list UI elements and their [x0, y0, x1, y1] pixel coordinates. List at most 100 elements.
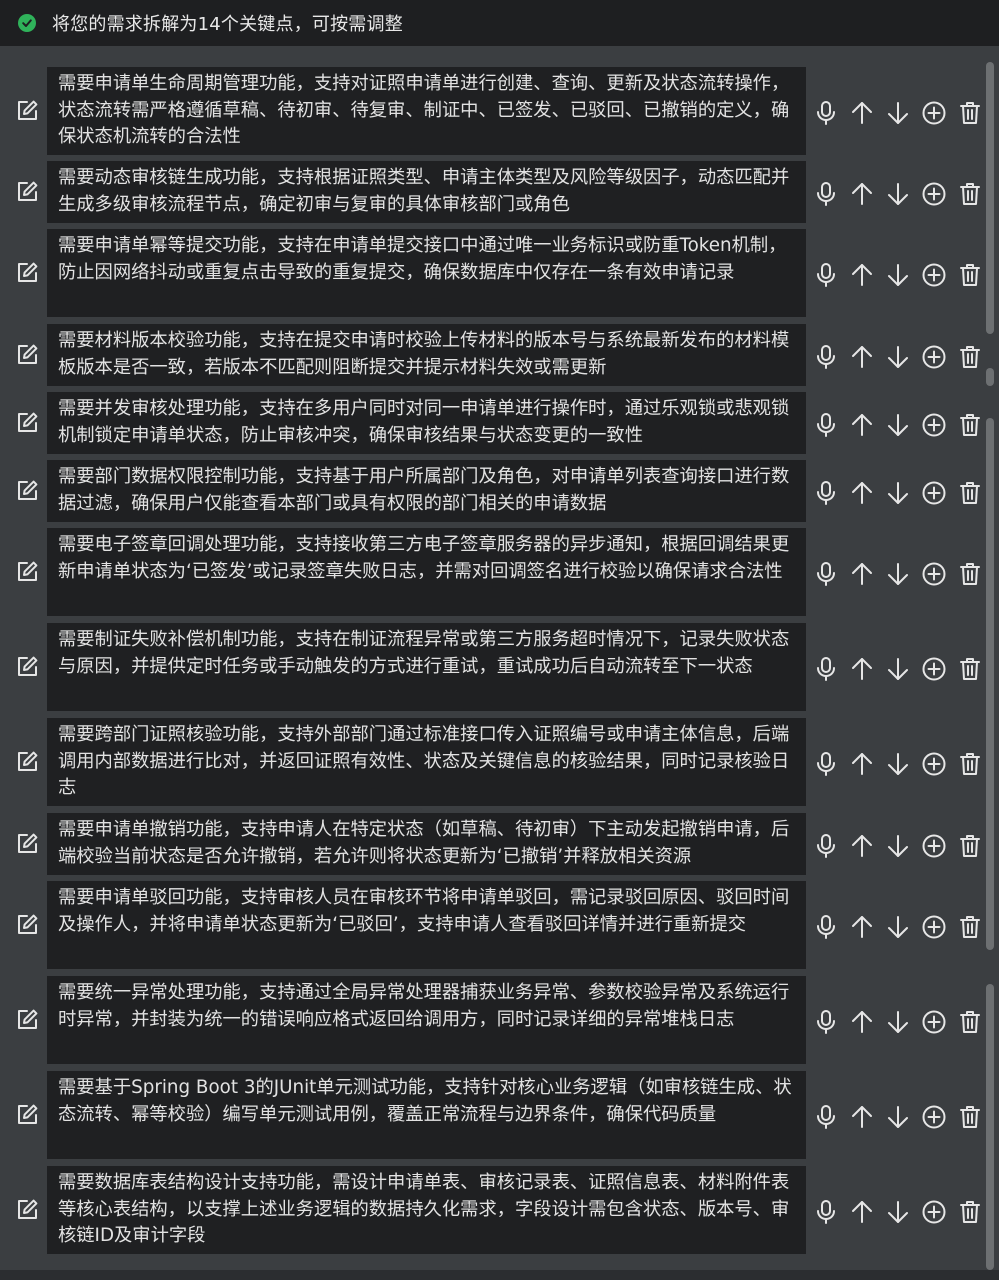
delete-button[interactable]	[955, 1199, 985, 1225]
delete-button[interactable]	[955, 914, 985, 940]
voice-input-button[interactable]	[811, 480, 841, 506]
voice-input-button[interactable]	[811, 656, 841, 682]
edit-button[interactable]	[14, 342, 40, 368]
delete-button[interactable]	[955, 561, 985, 587]
edit-button[interactable]	[14, 831, 40, 857]
edit-button[interactable]	[14, 749, 40, 775]
requirement-text[interactable]: 需要跨部门证照核验功能，支持外部部门通过标准接口传入证照编号或申请主体信息，后端…	[47, 718, 806, 806]
delete-button[interactable]	[955, 751, 985, 777]
move-down-button[interactable]	[883, 262, 913, 288]
move-down-button[interactable]	[883, 656, 913, 682]
add-item-button[interactable]	[919, 561, 949, 587]
edit-button[interactable]	[14, 912, 40, 938]
requirement-text[interactable]: 需要动态审核链生成功能，支持根据证照类型、申请主体类型及风险等级因子，动态匹配并…	[47, 161, 806, 223]
move-down-button[interactable]	[883, 100, 913, 126]
delete-button[interactable]	[955, 100, 985, 126]
edit-button[interactable]	[14, 1197, 40, 1223]
delete-button[interactable]	[955, 1009, 985, 1035]
add-item-button[interactable]	[919, 344, 949, 370]
voice-input-button[interactable]	[811, 1009, 841, 1035]
move-down-button[interactable]	[883, 344, 913, 370]
voice-input-button[interactable]	[811, 751, 841, 777]
scrollbar-thumb[interactable]	[986, 368, 994, 386]
add-item-button[interactable]	[919, 1009, 949, 1035]
move-up-button[interactable]	[847, 751, 877, 777]
move-down-button[interactable]	[883, 412, 913, 438]
delete-button[interactable]	[955, 480, 985, 506]
voice-input-button[interactable]	[811, 561, 841, 587]
move-up-button[interactable]	[847, 181, 877, 207]
requirement-text[interactable]: 需要材料版本校验功能，支持在提交申请时校验上传材料的版本号与系统最新发布的材料模…	[47, 324, 806, 386]
delete-button[interactable]	[955, 412, 985, 438]
edit-button[interactable]	[14, 1102, 40, 1128]
voice-input-button[interactable]	[811, 344, 841, 370]
add-item-button[interactable]	[919, 262, 949, 288]
add-item-button[interactable]	[919, 480, 949, 506]
requirement-text[interactable]: 需要申请单幂等提交功能，支持在申请单提交接口中通过唯一业务标识或防重Token机…	[47, 229, 806, 317]
move-up-button[interactable]	[847, 833, 877, 859]
add-item-button[interactable]	[919, 656, 949, 682]
add-item-button[interactable]	[919, 1199, 949, 1225]
add-item-button[interactable]	[919, 412, 949, 438]
move-down-button[interactable]	[883, 751, 913, 777]
add-item-button[interactable]	[919, 914, 949, 940]
move-up-button[interactable]	[847, 1104, 877, 1130]
move-down-button[interactable]	[883, 1009, 913, 1035]
move-up-button[interactable]	[847, 656, 877, 682]
move-up-button[interactable]	[847, 100, 877, 126]
voice-input-button[interactable]	[811, 181, 841, 207]
voice-input-button[interactable]	[811, 100, 841, 126]
move-up-button[interactable]	[847, 344, 877, 370]
delete-button[interactable]	[955, 1104, 985, 1130]
move-up-button[interactable]	[847, 262, 877, 288]
requirement-text[interactable]: 需要基于Spring Boot 3的JUnit单元测试功能，支持针对核心业务逻辑…	[47, 1071, 806, 1159]
requirement-text[interactable]: 需要电子签章回调处理功能，支持接收第三方电子签章服务器的异步通知，根据回调结果更…	[47, 528, 806, 616]
add-item-button[interactable]	[919, 181, 949, 207]
add-item-button[interactable]	[919, 751, 949, 777]
move-down-button[interactable]	[883, 181, 913, 207]
requirement-text[interactable]: 需要部门数据权限控制功能，支持基于用户所属部门及角色，对申请单列表查询接口进行数…	[47, 460, 806, 522]
microphone-icon	[815, 1199, 837, 1225]
delete-button[interactable]	[955, 262, 985, 288]
move-down-button[interactable]	[883, 561, 913, 587]
delete-button[interactable]	[955, 344, 985, 370]
add-item-button[interactable]	[919, 833, 949, 859]
move-down-button[interactable]	[883, 1199, 913, 1225]
delete-button[interactable]	[955, 833, 985, 859]
move-down-button[interactable]	[883, 1104, 913, 1130]
move-up-button[interactable]	[847, 480, 877, 506]
edit-button[interactable]	[14, 559, 40, 585]
voice-input-button[interactable]	[811, 412, 841, 438]
voice-input-button[interactable]	[811, 1199, 841, 1225]
edit-button[interactable]	[14, 478, 40, 504]
edit-button[interactable]	[14, 410, 40, 436]
move-up-button[interactable]	[847, 412, 877, 438]
requirement-text[interactable]: 需要申请单生命周期管理功能，支持对证照申请单进行创建、查询、更新及状态流转操作，…	[47, 67, 806, 155]
requirement-text[interactable]: 需要申请单撤销功能，支持申请人在特定状态（如草稿、待初审）下主动发起撤销申请，后…	[47, 813, 806, 875]
move-down-button[interactable]	[883, 480, 913, 506]
move-up-button[interactable]	[847, 1199, 877, 1225]
delete-button[interactable]	[955, 181, 985, 207]
move-down-button[interactable]	[883, 914, 913, 940]
voice-input-button[interactable]	[811, 262, 841, 288]
edit-button[interactable]	[14, 260, 40, 286]
move-up-button[interactable]	[847, 561, 877, 587]
requirement-text[interactable]: 需要并发审核处理功能，支持在多用户同时对同一申请单进行操作时，通过乐观锁或悲观锁…	[47, 392, 806, 454]
requirement-text[interactable]: 需要申请单驳回功能，支持审核人员在审核环节将申请单驳回，需记录驳回原因、驳回时间…	[47, 881, 806, 969]
delete-button[interactable]	[955, 656, 985, 682]
requirement-text[interactable]: 需要统一异常处理功能，支持通过全局异常处理器捕获业务异常、参数校验异常及系统运行…	[47, 976, 806, 1064]
edit-button[interactable]	[14, 654, 40, 680]
requirement-text[interactable]: 需要数据库表结构设计支持功能，需设计申请单表、审核记录表、证照信息表、材料附件表…	[47, 1166, 806, 1254]
move-up-button[interactable]	[847, 1009, 877, 1035]
voice-input-button[interactable]	[811, 1104, 841, 1130]
edit-button[interactable]	[14, 1007, 40, 1033]
edit-button[interactable]	[14, 98, 40, 124]
voice-input-button[interactable]	[811, 833, 841, 859]
move-down-button[interactable]	[883, 833, 913, 859]
add-item-button[interactable]	[919, 100, 949, 126]
requirement-text[interactable]: 需要制证失败补偿机制功能，支持在制证流程异常或第三方服务超时情况下，记录失败状态…	[47, 623, 806, 711]
voice-input-button[interactable]	[811, 914, 841, 940]
move-up-button[interactable]	[847, 914, 877, 940]
edit-button[interactable]	[14, 179, 40, 205]
add-item-button[interactable]	[919, 1104, 949, 1130]
